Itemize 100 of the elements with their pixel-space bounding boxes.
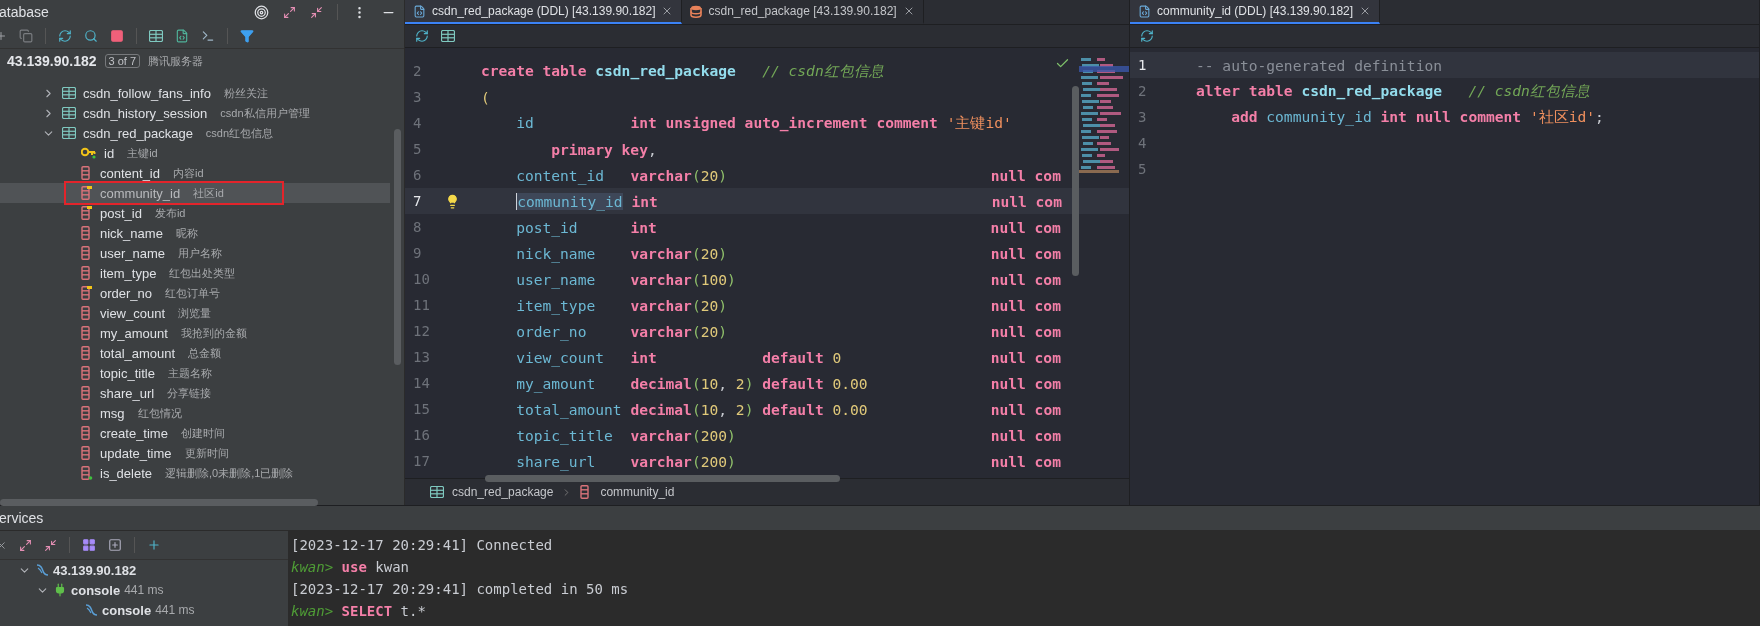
column-comment: 主题名称: [167, 365, 212, 381]
collapse-icon[interactable]: [44, 538, 57, 552]
code-line: total_amount decimal(10, 2) default 0.00 null com: [515, 400, 1061, 418]
code-line: (: [481, 88, 490, 106]
tree-item[interactable]: csdn_red_package csdn红包信息: [0, 123, 390, 143]
plug-icon: [53, 583, 67, 598]
code-line: post_id int null com: [515, 218, 1061, 236]
table-icon: [62, 127, 76, 139]
ddl-icon[interactable]: [175, 29, 189, 43]
editor-tab[interactable]: csdn_red_package (DDL) [43.139.90.182]: [405, 0, 683, 24]
server-host[interactable]: 43.139.90.182: [7, 53, 97, 69]
column-icon: [81, 426, 93, 440]
column-comment: 发布id: [154, 205, 186, 221]
lightbulb-icon[interactable]: [445, 193, 460, 209]
panel-title: atabase: [0, 4, 49, 20]
tree-item[interactable]: topic_title 主题名称: [0, 363, 390, 383]
column-name: order_no: [100, 285, 153, 301]
column-icon: [81, 406, 93, 420]
console-icon[interactable]: [201, 29, 215, 43]
file-code-icon: [413, 4, 426, 18]
refresh-icon[interactable]: [58, 29, 72, 43]
console-line: kwan> use kwan: [291, 559, 410, 576]
tree-item[interactable]: id 主键id: [0, 143, 390, 163]
column-comment: 主键id: [127, 145, 158, 161]
tree-item[interactable]: create_time 创建时间: [0, 423, 390, 443]
table-comment: 粉丝关注: [223, 85, 268, 101]
tree-item[interactable]: view_count 浏览量: [0, 303, 390, 323]
column-comment: 创建时间: [180, 425, 225, 441]
column-icon: [81, 306, 93, 320]
tree-item[interactable]: post_id 发布id: [0, 203, 390, 223]
code-line: topic_title varchar(200) null com: [515, 426, 1061, 444]
service-label: 43.139.90.182: [53, 562, 137, 578]
tree-item[interactable]: msg 红包情况: [0, 403, 390, 423]
add-icon[interactable]: [147, 538, 161, 553]
tree-item[interactable]: csdn_follow_fans_info 粉丝关注: [0, 83, 390, 103]
line-number: 15: [412, 401, 431, 417]
copy-icon[interactable]: [19, 29, 33, 43]
expand-icon[interactable]: [283, 5, 296, 19]
indexed-column-icon: [81, 286, 93, 300]
tree-item[interactable]: user_name 用户名称: [0, 243, 390, 263]
tree-item[interactable]: content_id 内容id: [0, 163, 390, 183]
service-item[interactable]: console 441 ms: [0, 600, 288, 621]
scrollbar[interactable]: [1072, 86, 1079, 276]
group-icon[interactable]: [82, 538, 96, 553]
breadcrumb-item[interactable]: csdn_red_package: [452, 485, 554, 500]
scrollbar[interactable]: [0, 499, 318, 506]
target-icon[interactable]: [254, 4, 269, 20]
collapse-icon[interactable]: [310, 5, 323, 19]
filter-icon[interactable]: [240, 29, 254, 43]
editor-tab[interactable]: csdn_red_package [43.139.90.182]: [682, 0, 924, 24]
service-item[interactable]: console 441 ms: [0, 580, 288, 601]
refresh-icon[interactable]: [415, 29, 429, 43]
line-number: 4: [412, 115, 423, 131]
service-label: console: [102, 602, 152, 618]
tree-item[interactable]: share_url 分享链接: [0, 383, 390, 403]
line-number: 4: [1137, 135, 1148, 151]
column-name: community_id: [100, 185, 181, 201]
column-name: is_delete: [100, 465, 153, 481]
editor-tab[interactable]: community_id (DDL) [43.139.90.182]: [1130, 0, 1381, 24]
code-line: item_type varchar(20) null com: [515, 296, 1061, 314]
column-comment: 分享链接: [167, 385, 212, 401]
table-icon: [62, 107, 76, 119]
tree-item[interactable]: update_time 更新时间: [0, 443, 390, 463]
refresh-icon[interactable]: [1140, 29, 1154, 43]
column-icon: [81, 326, 93, 340]
line-number: 5: [1137, 161, 1148, 177]
datasource-icon: [84, 603, 98, 618]
scrollbar[interactable]: [485, 475, 840, 482]
tree-item[interactable]: total_amount 总金额: [0, 343, 390, 363]
code-line: id int unsigned auto_increment comment '主键id': [515, 113, 1012, 133]
tree-item[interactable]: order_no 红包订单号: [0, 283, 390, 303]
breadcrumb-item[interactable]: community_id: [600, 485, 675, 500]
column-comment: 红包订单号: [165, 285, 221, 301]
line-number: 2: [412, 63, 423, 79]
column-comment: 更新时间: [184, 445, 229, 461]
line-number: 7: [412, 193, 423, 209]
column-name: view_count: [100, 305, 166, 321]
expand-icon[interactable]: [19, 538, 32, 552]
tree-item[interactable]: csdn_history_session csdn私信用户管理: [0, 103, 390, 123]
tree-item[interactable]: is_delete 逻辑删除,0未删除,1已删除: [0, 463, 390, 483]
add-panel-icon[interactable]: [108, 538, 122, 553]
tree-item[interactable]: community_id 社区id: [0, 183, 390, 203]
column-comment: 总金额: [188, 345, 222, 361]
datasource-icon: [35, 563, 49, 578]
column-comment: 用户名称: [178, 245, 223, 261]
service-item[interactable]: 43.139.90.182: [0, 560, 288, 581]
tree-item[interactable]: nick_name 昵称: [0, 223, 390, 243]
indexed-column-icon: [81, 206, 93, 220]
search-icon[interactable]: [84, 29, 98, 43]
column-name: msg: [100, 405, 125, 421]
tab-label: csdn_red_package [43.139.90.182]: [708, 4, 897, 18]
line-number: 8: [412, 219, 423, 235]
scrollbar[interactable]: [394, 129, 401, 365]
tree-item[interactable]: my_amount 我抢到的金额: [0, 323, 390, 343]
stop-icon[interactable]: [110, 29, 124, 43]
column-comment: 逻辑删除,0未删除,1已删除: [165, 465, 294, 481]
column-comment: 红包出处类型: [169, 265, 236, 281]
table-icon: [430, 486, 444, 499]
table-comment: csdn红包信息: [205, 125, 274, 141]
tree-item[interactable]: item_type 红包出处类型: [0, 263, 390, 283]
